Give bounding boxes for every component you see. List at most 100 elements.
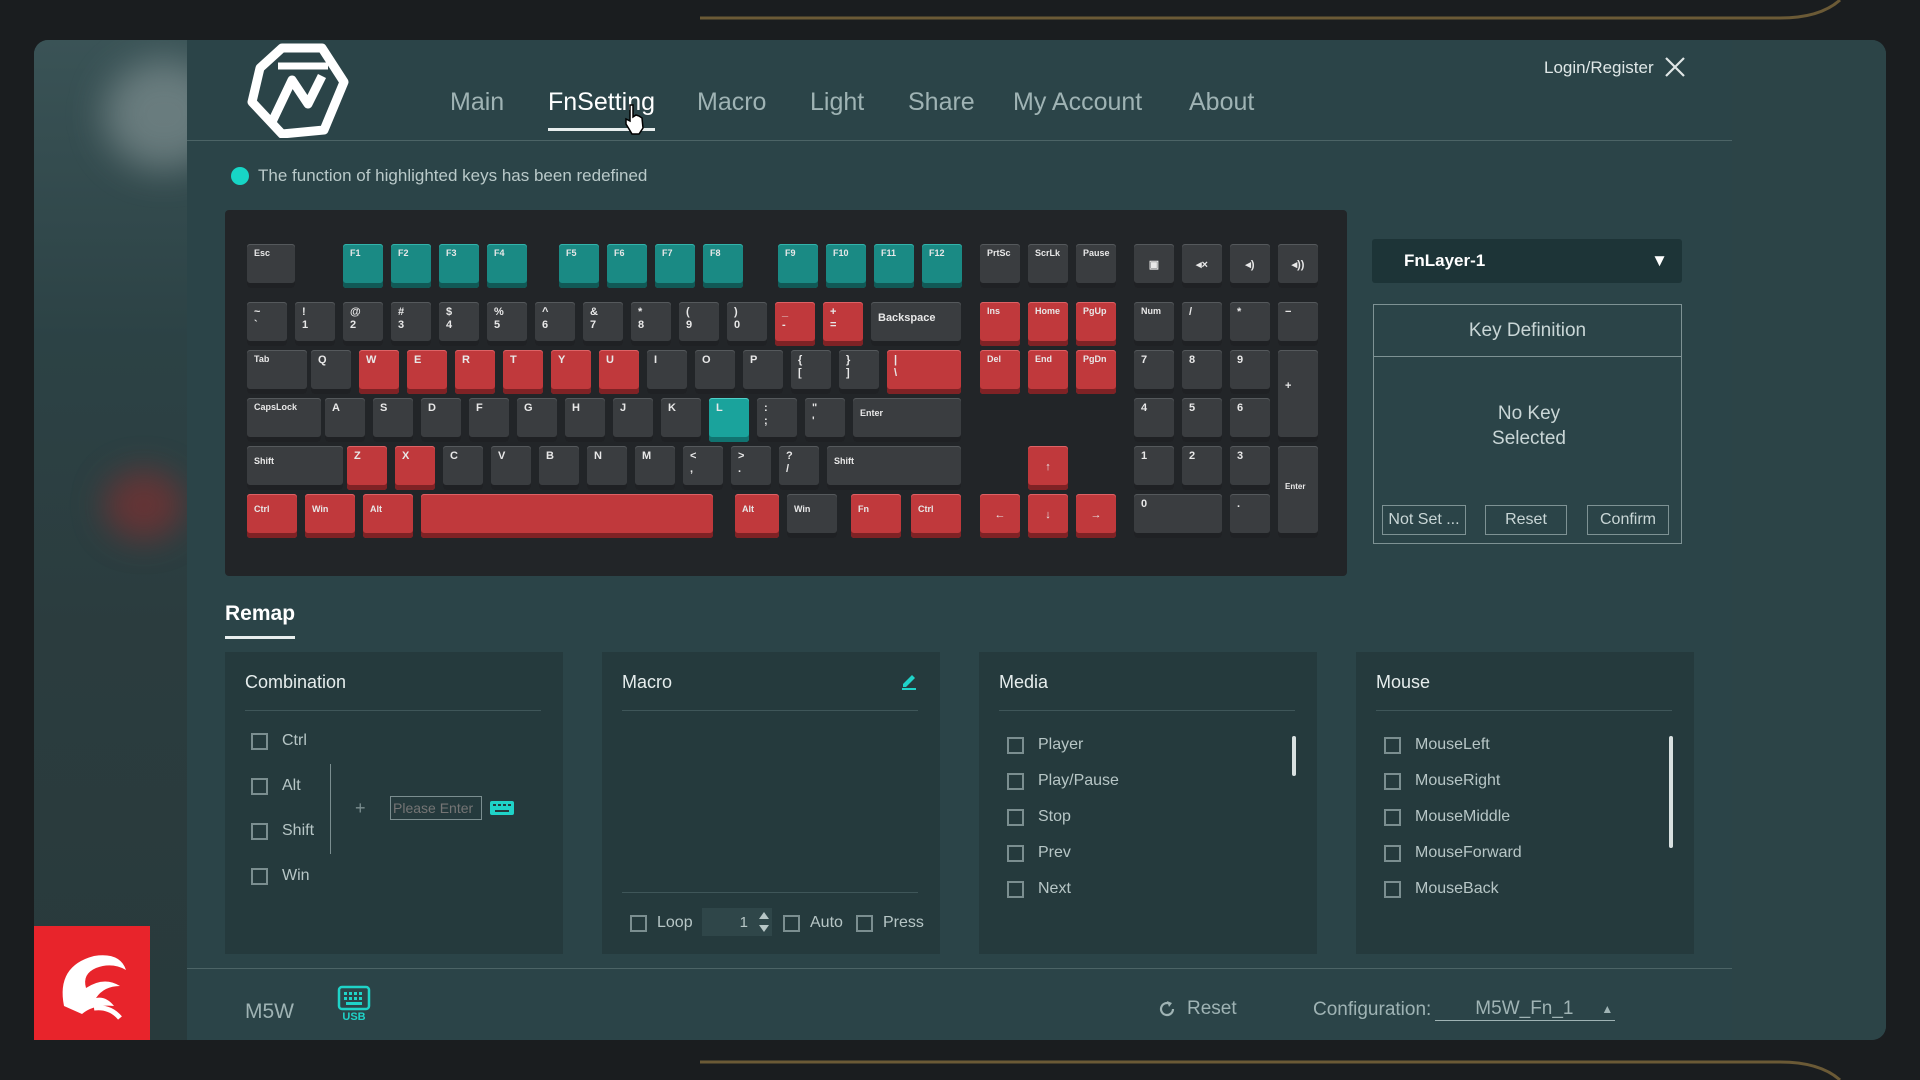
key-1[interactable]: ! 1 xyxy=(295,302,335,346)
checkbox[interactable] xyxy=(1384,736,1401,754)
checkbox[interactable] xyxy=(1007,880,1024,898)
combo-alt-option[interactable]: Alt xyxy=(251,777,301,795)
key-left-alt[interactable]: Alt xyxy=(363,494,413,538)
key-l[interactable]: L xyxy=(709,398,749,442)
checkbox[interactable] xyxy=(251,822,268,840)
key-calculator[interactable]: ▣ xyxy=(1134,244,1174,288)
key-f1[interactable]: F1 xyxy=(343,244,383,288)
media-stop-option[interactable]: Stop xyxy=(1007,808,1071,826)
key-5[interactable]: % 5 xyxy=(487,302,527,346)
key-y[interactable]: Y xyxy=(551,350,591,394)
combo-win-option[interactable]: Win xyxy=(251,867,310,885)
key-f10[interactable]: F10 xyxy=(826,244,866,288)
key-f5[interactable]: F5 xyxy=(559,244,599,288)
key-prtsc[interactable]: PrtSc xyxy=(980,244,1020,288)
key-right-alt[interactable]: Alt xyxy=(735,494,779,538)
key-tab[interactable]: Tab xyxy=(247,350,307,394)
key-space[interactable] xyxy=(421,494,713,538)
key-3[interactable]: # 3 xyxy=(391,302,431,346)
key-pgdn[interactable]: PgDn xyxy=(1076,350,1116,394)
combo-ctrl-option[interactable]: Ctrl xyxy=(251,732,307,750)
key-right-win[interactable]: Win xyxy=(787,494,837,538)
login-register-link[interactable]: Login/Register xyxy=(1544,58,1654,78)
key-kp-minus[interactable]: − xyxy=(1278,302,1318,346)
key-f12[interactable]: F12 xyxy=(922,244,962,288)
media-player-option[interactable]: Player xyxy=(1007,736,1083,754)
key-backspace[interactable]: Backspace xyxy=(871,302,961,346)
key-0[interactable]: ) 0 xyxy=(727,302,767,346)
key-period[interactable]: > . xyxy=(731,446,771,490)
key-left-win[interactable]: Win xyxy=(305,494,355,538)
key-left[interactable]: ← xyxy=(980,494,1020,538)
reset-key-button[interactable]: Reset xyxy=(1485,505,1567,535)
mouse-forward-option[interactable]: MouseForward xyxy=(1384,844,1522,862)
key-m[interactable]: M xyxy=(635,446,675,490)
tab-about[interactable]: About xyxy=(1189,88,1254,117)
key-f11[interactable]: F11 xyxy=(874,244,914,288)
checkbox[interactable] xyxy=(1384,808,1401,826)
key-volume-down[interactable]: ◂) xyxy=(1230,244,1270,288)
key-2[interactable]: @ 2 xyxy=(343,302,383,346)
key-f7[interactable]: F7 xyxy=(655,244,695,288)
key-7[interactable]: & 7 xyxy=(583,302,623,346)
key-e[interactable]: E xyxy=(407,350,447,394)
key-kp-plus[interactable]: + xyxy=(1278,350,1318,442)
key-i[interactable]: I xyxy=(647,350,687,394)
key-f[interactable]: F xyxy=(469,398,509,442)
mouse-scrollbar[interactable] xyxy=(1669,736,1673,848)
key-kp0[interactable]: 0 xyxy=(1134,494,1222,538)
key-kp5[interactable]: 5 xyxy=(1182,398,1222,442)
key-kp9[interactable]: 9 xyxy=(1230,350,1270,394)
key-h[interactable]: H xyxy=(565,398,605,442)
key-f4[interactable]: F4 xyxy=(487,244,527,288)
key-kp-divide[interactable]: / xyxy=(1182,302,1222,346)
key-kp1[interactable]: 1 xyxy=(1134,446,1174,490)
mouse-back-option[interactable]: MouseBack xyxy=(1384,880,1499,898)
key-right-ctrl[interactable]: Ctrl xyxy=(911,494,961,538)
tab-share[interactable]: Share xyxy=(908,88,975,117)
reset-all-button[interactable]: Reset xyxy=(1157,998,1237,1020)
key-volume-up[interactable]: ◂)) xyxy=(1278,244,1318,288)
macro-loop-option[interactable]: Loop xyxy=(630,914,693,932)
checkbox[interactable] xyxy=(1007,772,1024,790)
mouse-right-option[interactable]: MouseRight xyxy=(1384,772,1500,790)
checkbox[interactable] xyxy=(1007,736,1024,754)
key-r[interactable]: R xyxy=(455,350,495,394)
key-kp-multiply[interactable]: * xyxy=(1230,302,1270,346)
key-v[interactable]: V xyxy=(491,446,531,490)
key-6[interactable]: ^ 6 xyxy=(535,302,575,346)
key-lbracket[interactable]: { [ xyxy=(791,350,831,394)
key-kp-dot[interactable]: . xyxy=(1230,494,1270,538)
checkbox[interactable] xyxy=(251,867,268,885)
key-backslash[interactable]: | \ xyxy=(887,350,961,394)
checkbox[interactable] xyxy=(856,914,873,932)
key-end[interactable]: End xyxy=(1028,350,1068,394)
checkbox[interactable] xyxy=(251,777,268,795)
key-capslock[interactable]: CapsLock xyxy=(247,398,321,442)
key-q[interactable]: Q xyxy=(311,350,351,394)
macro-auto-option[interactable]: Auto xyxy=(783,914,843,932)
checkbox[interactable] xyxy=(251,732,268,750)
keyboard-icon[interactable] xyxy=(490,801,514,815)
key-left-ctrl[interactable]: Ctrl xyxy=(247,494,297,538)
key-kp-enter[interactable]: Enter xyxy=(1278,446,1318,538)
key-pause[interactable]: Pause xyxy=(1076,244,1116,288)
key-right-shift[interactable]: Shift xyxy=(827,446,961,490)
key-s[interactable]: S xyxy=(373,398,413,442)
key-j[interactable]: J xyxy=(613,398,653,442)
key-pgup[interactable]: PgUp xyxy=(1076,302,1116,346)
mouse-middle-option[interactable]: MouseMiddle xyxy=(1384,808,1510,826)
macro-press-option[interactable]: Press xyxy=(856,914,924,932)
key-tilde[interactable]: ~ ` xyxy=(247,302,287,346)
tab-my-account[interactable]: My Account xyxy=(1013,88,1142,117)
tab-main[interactable]: Main xyxy=(450,88,504,117)
key-g[interactable]: G xyxy=(517,398,557,442)
key-d[interactable]: D xyxy=(421,398,461,442)
key-z[interactable]: Z xyxy=(347,446,387,490)
key-del[interactable]: Del xyxy=(980,350,1020,394)
key-kp7[interactable]: 7 xyxy=(1134,350,1174,394)
media-playpause-option[interactable]: Play/Pause xyxy=(1007,772,1119,790)
key-rbracket[interactable]: } ] xyxy=(839,350,879,394)
key-semicolon[interactable]: : ; xyxy=(757,398,797,442)
combo-key-input[interactable] xyxy=(390,796,482,820)
